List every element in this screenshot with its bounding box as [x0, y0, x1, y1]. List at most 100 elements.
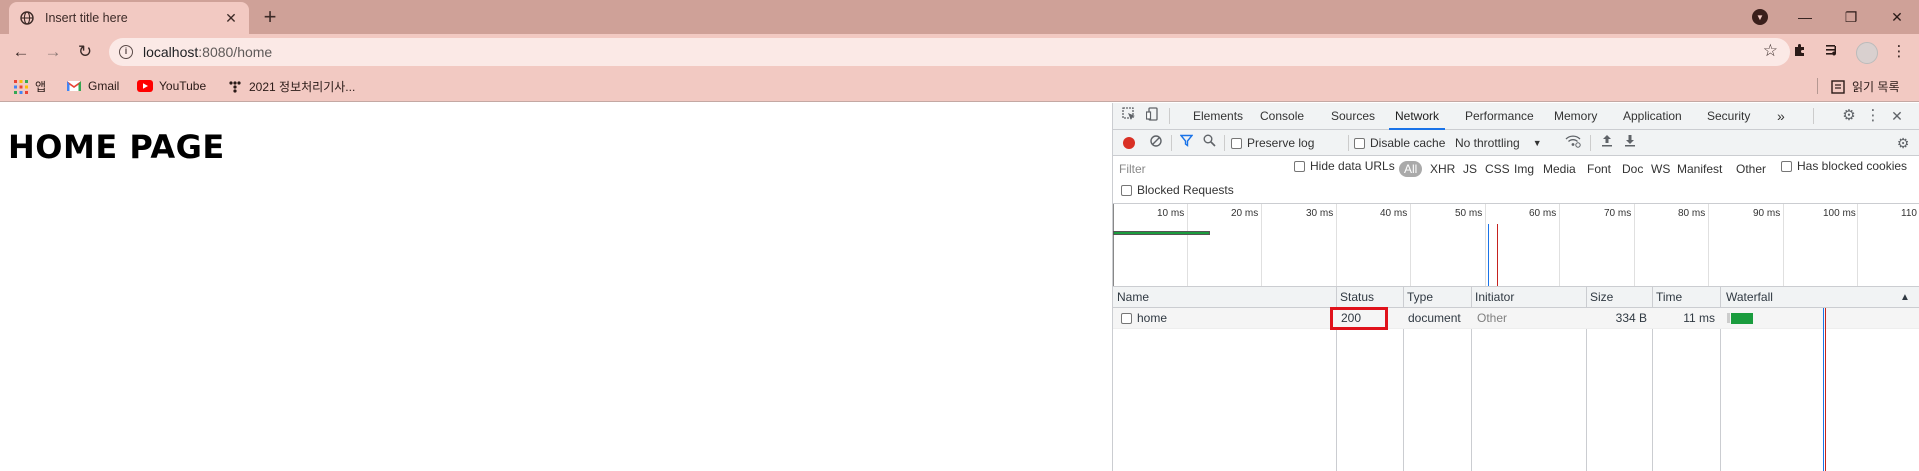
more-menu-icon[interactable]: ⋮ — [1888, 42, 1910, 64]
network-settings-gear-icon[interactable]: ⚙ — [1894, 134, 1912, 152]
filter-type-css[interactable]: CSS — [1485, 162, 1510, 176]
device-toolbar-icon[interactable] — [1144, 107, 1162, 125]
bookmarks-divider — [1817, 78, 1818, 94]
request-initiator: Other — [1477, 311, 1508, 325]
hide-data-urls-checkbox[interactable]: Hide data URLs — [1294, 159, 1395, 173]
inspect-element-icon[interactable] — [1120, 107, 1138, 125]
column-header-status[interactable]: Status — [1336, 287, 1374, 308]
filter-type-doc[interactable]: Doc — [1622, 162, 1643, 176]
back-button[interactable]: ← — [10, 41, 32, 63]
minimize-button[interactable]: — — [1782, 9, 1828, 25]
column-header-type[interactable]: Type — [1403, 287, 1433, 308]
bookmark-youtube[interactable]: YouTube — [137, 78, 206, 94]
close-devtools-icon[interactable]: ✕ — [1888, 107, 1906, 125]
request-name[interactable]: home — [1137, 308, 1167, 329]
timeline-tick-label: 40 ms — [1380, 208, 1408, 219]
new-tab-button[interactable]: + — [258, 6, 282, 30]
network-conditions-wifi-icon[interactable] — [1564, 134, 1582, 152]
checkbox-box[interactable] — [1231, 137, 1242, 149]
bookmark-apps[interactable]: 앱 — [13, 78, 46, 95]
more-tabs-button[interactable]: » — [1777, 103, 1785, 130]
sort-ascending-icon[interactable]: ▲ — [1896, 287, 1910, 308]
tab-security[interactable]: Security — [1707, 103, 1750, 130]
filter-type-all[interactable]: All — [1399, 161, 1423, 177]
throttling-select[interactable]: No throttling ▼ — [1455, 136, 1542, 150]
restore-button[interactable]: ❐ — [1828, 9, 1874, 26]
column-header-waterfall[interactable]: Waterfall — [1722, 287, 1773, 308]
browser-tab[interactable]: Insert title here ✕ — [9, 2, 249, 34]
waterfall-queue-bar — [1727, 313, 1730, 323]
column-header-initiator[interactable]: Initiator — [1471, 287, 1514, 308]
search-icon[interactable] — [1200, 134, 1218, 152]
timeline-gridline — [1559, 204, 1560, 286]
table-row[interactable]: home 200 document Other 334 B 11 ms — [1113, 308, 1919, 329]
has-blocked-cookies-checkbox[interactable]: Has blocked cookies — [1781, 159, 1907, 173]
tab-memory[interactable]: Memory — [1554, 103, 1597, 130]
filter-type-other[interactable]: Other — [1736, 162, 1766, 176]
reading-list-icon — [1830, 79, 1846, 95]
filter-type-img[interactable]: Img — [1514, 162, 1534, 176]
tab-network[interactable]: Network — [1389, 103, 1446, 130]
status-highlight-annotation — [1330, 307, 1388, 330]
tab-console[interactable]: Console — [1260, 103, 1304, 130]
import-har-upload-icon[interactable] — [1598, 134, 1616, 152]
tab-elements[interactable]: Elements — [1193, 103, 1243, 130]
column-header-time[interactable]: Time — [1652, 287, 1682, 308]
devtools-tabbar: Elements Console Sources Network Perform… — [1113, 103, 1919, 130]
devtools-menu-icon[interactable]: ⋮ — [1864, 107, 1882, 125]
column-header-size[interactable]: Size — [1586, 287, 1613, 308]
request-time: 11 ms — [1683, 311, 1715, 325]
close-window-button[interactable]: ✕ — [1874, 9, 1919, 26]
timeline-gridline — [1857, 204, 1858, 286]
timeline-tick-label: 80 ms — [1678, 208, 1706, 219]
tab-performance[interactable]: Performance — [1465, 103, 1534, 130]
filter-bar: Filter Hide data URLs All XHR JS CSS Img… — [1113, 156, 1919, 204]
checkbox-box[interactable] — [1121, 184, 1132, 196]
tab-application[interactable]: Application — [1623, 103, 1682, 130]
bookmark-star-icon[interactable]: ☆ — [1763, 41, 1778, 61]
filter-funnel-icon[interactable] — [1177, 134, 1195, 152]
filter-type-manifest[interactable]: Manifest — [1677, 162, 1722, 176]
devtools-panel: Elements Console Sources Network Perform… — [1112, 103, 1919, 471]
timeline-tick-label: 30 ms — [1306, 208, 1334, 219]
network-overview-timeline: 10 ms 20 ms 30 ms 40 ms 50 ms 60 ms 70 m… — [1113, 204, 1919, 287]
table-header: Name Status Type Initiator Size Time Wat… — [1113, 287, 1919, 308]
extensions-puzzle-icon[interactable] — [1789, 42, 1811, 64]
timeline-tick-label: 60 ms — [1529, 208, 1557, 219]
toolbar-divider — [1348, 135, 1349, 151]
filter-type-xhr[interactable]: XHR — [1430, 162, 1455, 176]
reading-list-button[interactable]: 읽기 목록 — [1830, 78, 1900, 95]
address-bar[interactable]: i localhost:8080/home ☆ — [109, 38, 1790, 66]
blocked-requests-checkbox[interactable]: Blocked Requests — [1121, 183, 1234, 197]
settings-gear-icon[interactable]: ⚙ — [1840, 107, 1858, 125]
request-overview-bar — [1113, 231, 1210, 235]
column-header-name[interactable]: Name — [1113, 287, 1149, 308]
filter-type-media[interactable]: Media — [1543, 162, 1576, 176]
tab-sources[interactable]: Sources — [1331, 103, 1375, 130]
disable-cache-checkbox[interactable]: Disable cache — [1354, 136, 1445, 150]
reload-button[interactable]: ↻ — [74, 41, 96, 63]
chevron-down-icon[interactable]: ▼ — [1752, 9, 1768, 25]
checkbox-box[interactable] — [1294, 160, 1305, 172]
page-content: HOME PAGE — [0, 103, 1112, 471]
checkbox-box[interactable] — [1781, 160, 1792, 172]
bookmark-2021-exam[interactable]: 2021 정보처리기사... — [227, 78, 355, 95]
clear-icon[interactable] — [1147, 134, 1165, 152]
has-blocked-cookies-label: Has blocked cookies — [1797, 159, 1908, 173]
info-icon[interactable]: i — [119, 45, 133, 59]
filter-type-ws[interactable]: WS — [1651, 162, 1670, 176]
forward-button[interactable]: → — [42, 41, 64, 63]
filter-type-js[interactable]: JS — [1463, 162, 1477, 176]
preserve-log-checkbox[interactable]: Preserve log — [1231, 136, 1314, 150]
record-button[interactable] — [1123, 137, 1135, 149]
bookmark-gmail[interactable]: Gmail — [66, 78, 119, 94]
timeline-gridline — [1410, 204, 1411, 286]
filter-type-font[interactable]: Font — [1587, 162, 1611, 176]
network-toolbar: Preserve log Disable cache No throttling… — [1113, 130, 1919, 156]
tab-close-icon[interactable]: ✕ — [223, 10, 239, 27]
media-controls-icon[interactable] — [1822, 42, 1844, 64]
profile-avatar[interactable] — [1856, 42, 1878, 64]
checkbox-box[interactable] — [1354, 137, 1365, 149]
filter-input[interactable]: Filter — [1117, 160, 1277, 178]
export-har-download-icon[interactable] — [1621, 134, 1639, 152]
